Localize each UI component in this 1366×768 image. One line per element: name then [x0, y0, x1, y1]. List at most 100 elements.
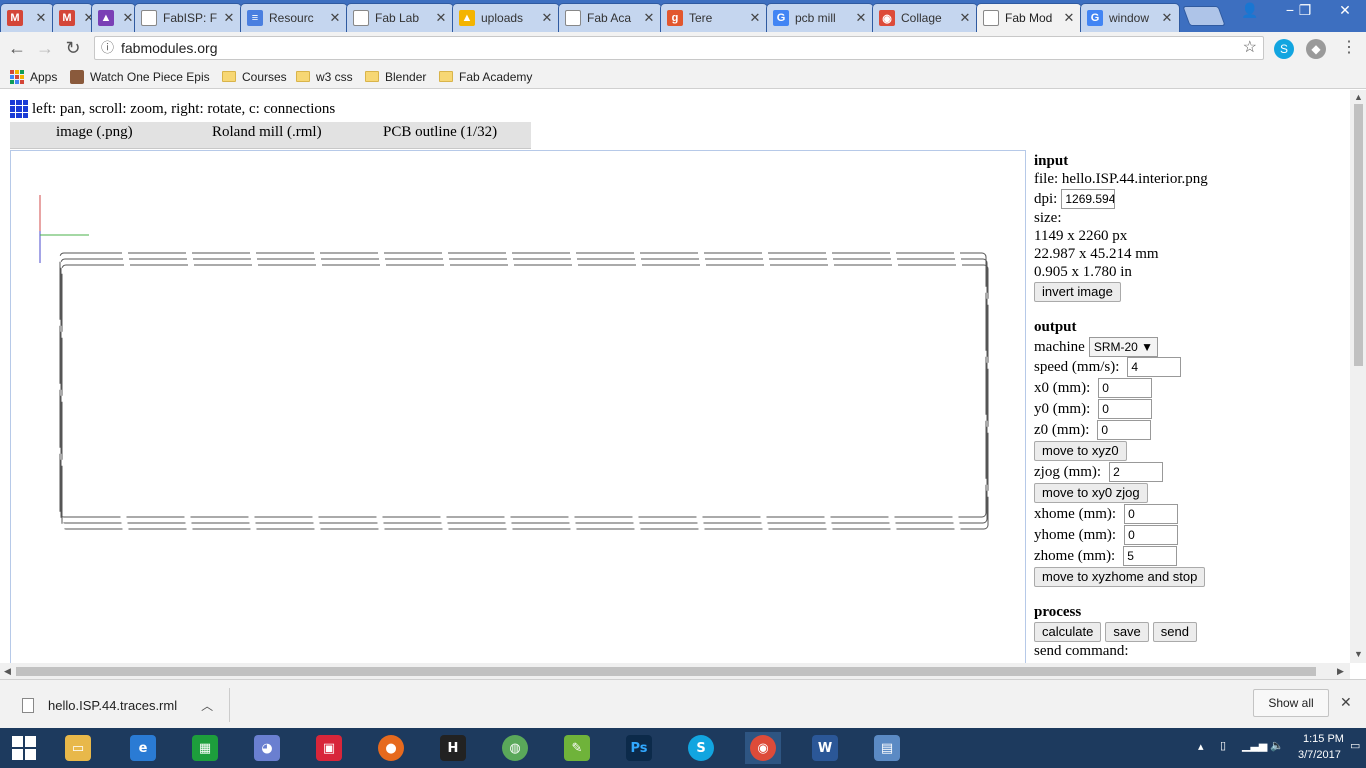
send-button[interactable]: send [1152, 621, 1197, 642]
bookmark-star-icon[interactable]: ☆ [1243, 37, 1257, 59]
x0-input[interactable]: 0 [1098, 377, 1153, 398]
y0-input[interactable]: 0 [1098, 398, 1153, 419]
z0-input[interactable]: 0 [1097, 419, 1152, 440]
vertical-scroll-thumb[interactable] [1354, 104, 1363, 366]
start-button[interactable] [6, 732, 42, 764]
taskbar-firefox[interactable]: ● [373, 732, 409, 764]
move-to-xyz0-button[interactable]: move to xyz0 [1034, 440, 1127, 461]
tray-chevron-icon[interactable]: ▴ [1198, 740, 1204, 753]
browser-tab[interactable]: Fab Aca ✕ [558, 3, 662, 32]
taskbar-internet-explorer[interactable]: e [125, 732, 161, 764]
tab-close-icon[interactable]: ✕ [853, 10, 869, 26]
address-bar[interactable]: ⓘ fabmodules.org ☆ [94, 36, 1264, 60]
bookmark-w3css[interactable]: w3 css [296, 68, 353, 85]
chevron-up-icon[interactable]: ︿ [201, 697, 213, 714]
notifications-icon[interactable]: ▭ [1350, 739, 1360, 752]
horizontal-scrollbar[interactable]: ◀ ▶ [0, 663, 1350, 679]
taskbar-photoshop[interactable]: Ps [621, 732, 657, 764]
browser-tab[interactable]: M✕ [0, 3, 54, 32]
taskbar-skype[interactable]: S [683, 732, 719, 764]
horizontal-scroll-thumb[interactable] [16, 667, 1316, 676]
new-tab-button[interactable] [1182, 6, 1226, 26]
taskbar-file-explorer[interactable]: ▭ [60, 732, 96, 764]
zhome-input[interactable]: 5 [1123, 545, 1178, 566]
taskbar-store[interactable]: ▦ [187, 732, 223, 764]
taskbar-word[interactable]: W [807, 732, 843, 764]
speed-input[interactable]: 4 [1127, 357, 1182, 377]
tab-close-icon[interactable]: ✕ [1061, 10, 1077, 26]
outline-paths [59, 252, 989, 530]
scroll-down-icon[interactable]: ▼ [1354, 649, 1363, 659]
restore-icon[interactable]: ❐ [1290, 0, 1320, 20]
browser-tab[interactable]: ▲ uploads ✕ [452, 3, 560, 32]
machine-select[interactable]: SRM-20 ▼ [1088, 336, 1159, 357]
extension-icon[interactable]: ◆ [1306, 39, 1326, 59]
fab-modules-grid-icon[interactable] [10, 100, 28, 118]
tab-close-icon[interactable]: ✕ [221, 10, 237, 26]
tab-close-icon[interactable]: ✕ [327, 10, 343, 26]
taskbar-chrome[interactable]: ◉ [745, 732, 781, 764]
toolpath-canvas[interactable] [10, 150, 1026, 663]
taskbar-control-panel[interactable]: ▤ [869, 732, 905, 764]
taskbar-app-h[interactable]: H [435, 732, 471, 764]
taskbar-game[interactable]: ▣ [311, 732, 347, 764]
tab-close-icon[interactable]: ✕ [33, 10, 49, 26]
move-to-xy0-zjog-button[interactable]: move to xy0 zjog [1034, 482, 1148, 503]
xhome-input[interactable]: 0 [1124, 503, 1179, 524]
battery-icon[interactable]: ▯ [1220, 739, 1226, 752]
browser-tab[interactable]: ≡ Resourc ✕ [240, 3, 348, 32]
dpi-input[interactable]: 1269.594 [1061, 188, 1116, 209]
browser-tab[interactable]: Fab Lab ✕ [346, 3, 454, 32]
close-downloads-icon[interactable]: ✕ [1340, 694, 1352, 711]
reload-icon[interactable]: ↻ [62, 38, 84, 60]
menu-icon[interactable]: ⋮ [1338, 38, 1360, 60]
browser-tab[interactable]: g Tere ✕ [660, 3, 768, 32]
tab-pcb-outline[interactable]: PCB outline (1/32) [383, 124, 497, 141]
clock-date[interactable]: 3/7/2017 [1298, 749, 1341, 761]
back-icon[interactable]: ← [6, 38, 28, 60]
browser-tab[interactable]: Gwindow ✕ [1080, 3, 1180, 32]
download-item[interactable]: hello.ISP.44.traces.rml ︿ [0, 688, 230, 722]
scroll-up-icon[interactable]: ▲ [1354, 92, 1363, 102]
vertical-scrollbar[interactable]: ▲ ▼ [1350, 90, 1366, 663]
browser-tab[interactable]: ◉ Collage ✕ [872, 3, 978, 32]
tab-close-icon[interactable]: ✕ [433, 10, 449, 26]
tab-close-icon[interactable]: ✕ [539, 10, 555, 26]
taskbar-globe[interactable]: ◍ [497, 732, 533, 764]
volume-icon[interactable]: 🔈 [1270, 739, 1284, 752]
yhome-input[interactable]: 0 [1124, 524, 1179, 545]
invert-image-button[interactable]: invert image [1034, 281, 1121, 302]
browser-tab[interactable]: FabISP: F ✕ [134, 3, 242, 32]
bookmark-blender[interactable]: Blender [365, 68, 426, 85]
browser-tab[interactable]: M✕ [52, 3, 93, 32]
browser-tab[interactable]: Gpcb mill ✕ [766, 3, 874, 32]
tab-close-icon[interactable]: ✕ [641, 10, 657, 26]
user-icon[interactable]: 👤 [1235, 0, 1265, 20]
info-icon[interactable]: ⓘ [101, 37, 114, 59]
tab-close-icon[interactable]: ✕ [1159, 10, 1175, 26]
zjog-input[interactable]: 2 [1109, 461, 1164, 482]
clock-time[interactable]: 1:15 PM [1303, 733, 1344, 745]
tab-roland-mill-rml[interactable]: Roland mill (.rml) [212, 124, 322, 141]
tab-close-icon[interactable]: ✕ [747, 10, 763, 26]
bookmark-apps[interactable]: Apps [10, 68, 57, 85]
bookmark-one-piece[interactable]: Watch One Piece Epis [70, 68, 226, 85]
show-all-button[interactable]: Show all [1253, 689, 1329, 717]
scroll-left-icon[interactable]: ◀ [4, 666, 11, 677]
tab-image-png[interactable]: image (.png) [56, 124, 133, 141]
browser-tab[interactable]: Fab Mod ✕ [976, 3, 1082, 32]
bookmark-courses[interactable]: Courses [222, 68, 287, 85]
browser-tab[interactable]: ▲ ✕ [91, 3, 136, 32]
network-icon[interactable]: ▁▃▅ [1242, 739, 1267, 752]
move-to-xyzhome-button[interactable]: move to xyzhome and stop [1034, 566, 1206, 587]
calculate-button[interactable]: calculate [1034, 621, 1102, 642]
forward-icon[interactable]: → [34, 38, 56, 60]
skype-extension-icon[interactable]: S [1274, 39, 1294, 59]
taskbar-discord[interactable]: ◕ [249, 732, 285, 764]
taskbar-editor[interactable]: ✎ [559, 732, 595, 764]
scroll-right-icon[interactable]: ▶ [1337, 666, 1344, 677]
tab-close-icon[interactable]: ✕ [957, 10, 973, 26]
window-close-icon[interactable]: ✕ [1330, 0, 1360, 20]
save-button[interactable]: save [1105, 621, 1149, 642]
bookmark-fab-academy[interactable]: Fab Academy [439, 68, 532, 85]
